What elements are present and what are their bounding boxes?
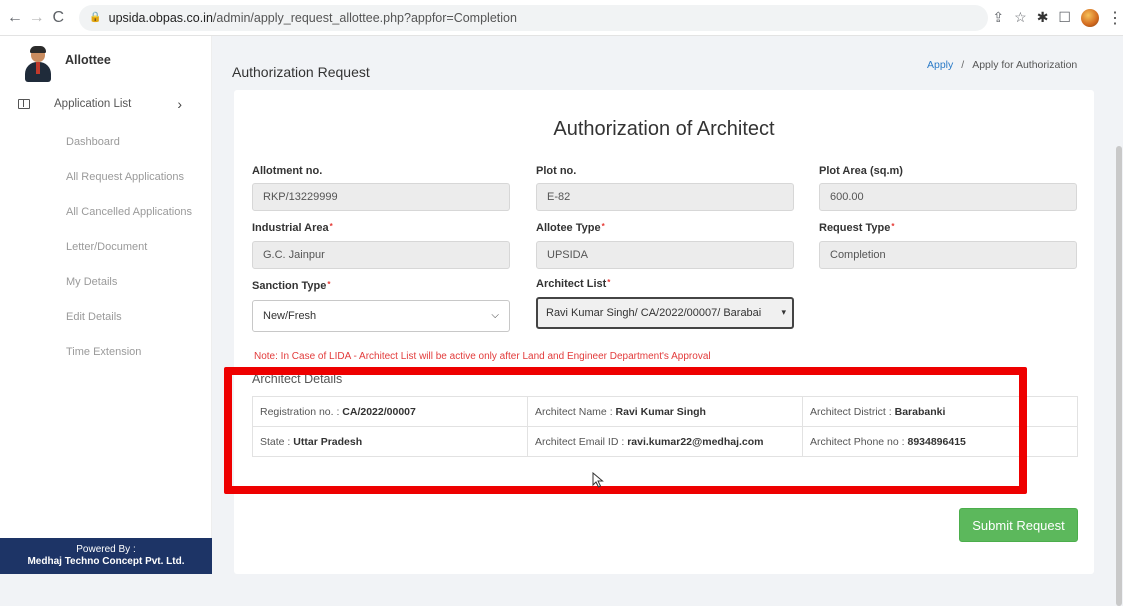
star-icon[interactable]: ☆ <box>1014 9 1027 26</box>
application-submenu: Dashboard All Request Applications All C… <box>0 124 211 369</box>
address-bar[interactable]: 🔒 upsida.obpas.co.in/admin/apply_request… <box>79 4 989 31</box>
architect-details-table: Registration no. : CA/2022/00007 Archite… <box>252 396 1078 457</box>
caret-down-icon: ▾ <box>781 307 786 317</box>
submit-request-button[interactable]: Submit Request <box>959 508 1078 542</box>
allotment-no-field: RKP/13229999 <box>252 183 510 211</box>
architect-details-title: Architect Details <box>252 372 343 386</box>
required-marker: * <box>607 278 611 287</box>
extensions-puzzle-icon[interactable]: ✱ <box>1037 9 1049 26</box>
request-type-field: Completion <box>819 241 1077 269</box>
architect-list-value: Ravi Kumar Singh/ CA/2022/00007/ Barabai <box>546 307 762 319</box>
chevron-right-icon: › <box>177 96 183 112</box>
reload-icon[interactable]: C <box>47 7 69 29</box>
powered-by-footer: Powered By : Medhaj Techno Concept Pvt. … <box>0 538 212 574</box>
plot-area-label: Plot Area (sq.m) <box>819 165 903 177</box>
state-cell: State : Uttar Pradesh <box>252 426 528 457</box>
plot-no-field: E-82 <box>536 183 794 211</box>
architect-list-select[interactable]: Ravi Kumar Singh/ CA/2022/00007/ Barabai… <box>536 297 794 329</box>
powered-by-label: Powered By : <box>76 544 136 555</box>
industrial-area-field: G.C. Jainpur <box>252 241 510 269</box>
book-icon <box>18 99 30 109</box>
url-host: upsida.obpas.co.in <box>108 10 213 25</box>
breadcrumb-current: Apply for Authorization <box>972 59 1078 71</box>
sidebar-item-all-cancelled-applications[interactable]: All Cancelled Applications <box>0 194 211 229</box>
architect-district-cell: Architect District : Barabanki <box>802 396 1078 427</box>
sidebar-item-application-list[interactable]: Application List › <box>0 94 211 114</box>
url-path: /admin/apply_request_allottee.php?appfor… <box>212 10 517 25</box>
company-name: Medhaj Techno Concept Pvt. Ltd. <box>27 556 185 567</box>
user-profile: Allottee <box>0 36 211 88</box>
allotee-type-label: Allotee Type* <box>536 222 605 234</box>
profile-avatar-icon[interactable] <box>1080 8 1099 27</box>
menu-header-label: Application List <box>54 98 132 110</box>
breadcrumb-separator: / <box>961 59 965 71</box>
architect-email-cell: Architect Email ID : ravi.kumar22@medhaj… <box>527 426 803 457</box>
sanction-type-value: New/Fresh <box>263 310 317 322</box>
sidebar: Allottee Application List › Dashboard Al… <box>0 36 212 574</box>
sidebar-item-edit-details[interactable]: Edit Details <box>0 299 211 334</box>
share-icon[interactable]: ⇪ <box>992 9 1004 26</box>
table-row: Registration no. : CA/2022/00007 Archite… <box>252 396 1078 427</box>
architect-name-cell: Architect Name : Ravi Kumar Singh <box>527 396 803 427</box>
architect-list-label: Architect List* <box>536 278 611 290</box>
industrial-area-label: Industrial Area* <box>252 222 333 234</box>
sidebar-item-my-details[interactable]: My Details <box>0 264 211 299</box>
sidebar-item-dashboard[interactable]: Dashboard <box>0 124 211 159</box>
lock-icon: 🔒 <box>89 12 102 23</box>
architect-phone-cell: Architect Phone no : 8934896415 <box>802 426 1078 457</box>
lida-note: Note: In Case of LIDA - Architect List w… <box>254 351 711 362</box>
chevron-down-icon: ⌵ <box>491 310 499 321</box>
sidebar-item-all-request-applications[interactable]: All Request Applications <box>0 159 211 194</box>
table-row: State : Uttar Pradesh Architect Email ID… <box>252 426 1078 457</box>
plot-area-field: 600.00 <box>819 183 1077 211</box>
back-arrow-icon[interactable]: ← <box>4 7 26 29</box>
mouse-cursor-icon <box>592 472 604 488</box>
sidebar-item-letter-document[interactable]: Letter/Document <box>0 229 211 264</box>
page-title: Authorization Request <box>232 64 370 80</box>
forward-arrow-icon[interactable]: → <box>26 7 48 29</box>
browser-toolbar: ← → C 🔒 upsida.obpas.co.in/admin/apply_r… <box>0 0 1123 36</box>
sidebar-panel-icon[interactable]: ☐ <box>1058 9 1071 26</box>
sanction-type-select[interactable]: New/Fresh ⌵ <box>252 300 510 332</box>
breadcrumb: Apply / Apply for Authorization <box>915 52 1097 78</box>
registration-cell: Registration no. : CA/2022/00007 <box>252 396 528 427</box>
sidebar-item-time-extension[interactable]: Time Extension <box>0 334 211 369</box>
required-marker: * <box>327 280 331 289</box>
authorization-form-card: Authorization of Architect Allotment no.… <box>234 90 1094 574</box>
user-avatar-icon <box>24 46 52 83</box>
page-scrollbar[interactable] <box>1113 36 1123 606</box>
allotment-no-label: Allotment no. <box>252 165 323 177</box>
required-marker: * <box>601 222 605 231</box>
scrollbar-thumb[interactable] <box>1116 146 1122 606</box>
request-type-label: Request Type* <box>819 222 895 234</box>
plot-no-label: Plot no. <box>536 165 577 177</box>
sanction-type-label: Sanction Type* <box>252 280 331 292</box>
more-menu-icon[interactable]: ⋮ <box>1107 8 1123 28</box>
allotee-type-field: UPSIDA <box>536 241 794 269</box>
breadcrumb-apply-link[interactable]: Apply <box>927 59 953 71</box>
user-name: Allottee <box>65 53 111 67</box>
required-marker: * <box>329 222 333 231</box>
required-marker: * <box>891 222 895 231</box>
form-heading: Authorization of Architect <box>553 118 775 140</box>
